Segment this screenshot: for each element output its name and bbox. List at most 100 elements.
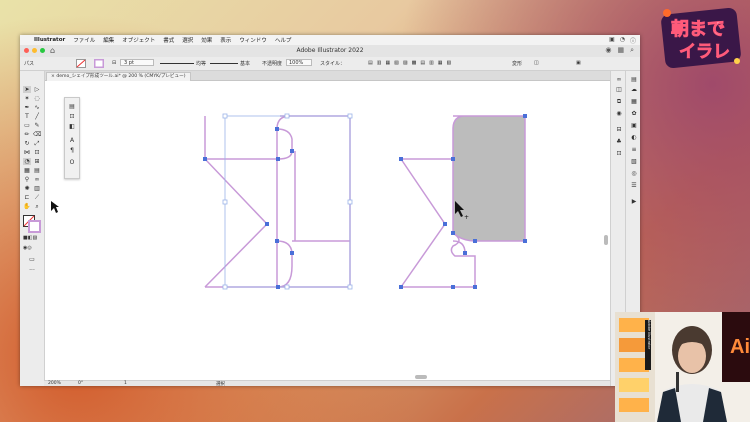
align-panel-icon[interactable]: ▤ [68,104,76,110]
stroke-panel-icon[interactable]: ≡ [630,147,638,153]
slice-tool-icon[interactable]: ⟋ [33,194,41,201]
lasso-tool-icon[interactable]: ◌ [33,95,41,102]
profile-label[interactable]: 均等 [196,60,206,67]
style-label[interactable]: スタイル： [320,60,345,67]
perspective-grid-tool-icon[interactable]: ⊞ [33,158,41,165]
selection-tool-icon[interactable]: ➤ [23,86,31,93]
presenter [657,326,727,422]
graph-tool-icon[interactable]: ▥ [33,185,41,192]
paintbrush-tool-icon[interactable]: ✎ [33,122,41,129]
menu-help[interactable]: ヘルプ [275,36,292,44]
artboard-tool-icon[interactable]: ⊏ [23,194,31,201]
appearance-panel-icon[interactable]: ◉ [615,111,623,117]
character-panel-icon[interactable]: A [68,138,76,144]
stroke-weight-field[interactable]: 3 pt [120,59,154,66]
menu-select[interactable]: 選択 [182,36,193,44]
screen-mode-icon[interactable]: ▭ [28,256,36,263]
width-tool-icon[interactable]: ⋈ [23,149,31,156]
opentype-panel-icon[interactable]: O [68,160,76,166]
transform-panel-icon[interactable]: ⊡ [68,114,76,120]
arrange-icon[interactable]: ▣ [576,60,581,66]
app-menu[interactable]: Illustrator [34,37,65,43]
scale-tool-icon[interactable]: ⤢ [33,140,41,147]
blend-tool-icon[interactable]: ∞ [33,176,41,183]
menu-type[interactable]: 書式 [163,36,174,44]
isolate-icon[interactable]: ◫ [534,60,539,66]
eraser-tool-icon[interactable]: ⌫ [33,131,41,138]
expand-panel-icon[interactable]: ▶ [630,199,638,205]
direct-selection-tool-icon[interactable]: ▷ [33,86,41,93]
selection-bounding-box[interactable] [224,115,351,288]
magic-wand-tool-icon[interactable]: ✶ [23,95,31,102]
align-panel-icon-right[interactable]: ☰ [630,183,638,189]
menu-effect[interactable]: 効果 [201,36,212,44]
search-icon[interactable]: ⌕ [630,46,634,55]
paragraph-panel-icon[interactable]: ¶ [68,148,76,154]
color-panel-icon[interactable]: ◐ [630,135,638,141]
links-panel-icon[interactable]: ∞ [615,77,623,83]
artboards-panel-icon[interactable]: ⊟ [615,127,623,133]
control-center-icon[interactable]: ▣ [609,36,615,45]
artboard-number[interactable]: 1 [124,381,127,386]
brush-label[interactable]: 基本 [240,60,250,67]
graphic-styles-icon[interactable]: ▣ [630,123,638,129]
brush-line[interactable] [210,63,238,64]
symbol-sprayer-tool-icon[interactable]: ✺ [23,185,31,192]
info-icon[interactable]: ⓘ [630,36,636,45]
account-icon[interactable]: ◉ [605,46,611,55]
rotation-angle[interactable]: 0° [78,381,83,386]
transform-label[interactable]: 変形 [512,60,522,67]
vertical-scrollbar[interactable] [604,235,608,245]
asset-export-icon[interactable]: ⊡ [615,151,623,157]
opacity-field[interactable]: 100% [286,59,312,66]
pathfinder-panel-icon[interactable]: ◧ [68,124,76,130]
libraries-panel-icon[interactable]: ☁ [630,87,638,93]
menu-window[interactable]: ウィンドウ [239,36,267,44]
variable-width-profile-line[interactable] [160,63,194,64]
menu-edit[interactable]: 編集 [103,36,114,44]
wifi-icon[interactable]: ◔ [620,36,625,45]
bounding-box-handles[interactable] [222,113,353,290]
layers-panel-icon[interactable]: ◫ [615,87,623,93]
horizontal-scrollbar[interactable] [415,375,427,379]
more-tools-icon[interactable]: ··· [28,267,36,274]
menu-file[interactable]: ファイル [73,36,95,44]
brushes-panel-icon[interactable]: ✿ [630,111,638,117]
draw-mode-icons[interactable]: ◉◎ [23,245,32,252]
type-tool-icon[interactable]: T [23,113,31,120]
zoom-level[interactable]: 200% [48,381,61,386]
align-icons[interactable]: ▤▥▦▧▨▩▤▥▦▧ [368,60,455,66]
menu-object[interactable]: オブジェクト [122,36,155,44]
gradient-tool-icon[interactable]: ▤ [33,167,41,174]
rectangle-tool-icon[interactable]: ▭ [23,122,31,129]
fill-swatch-icon[interactable] [76,59,86,68]
stroke-swatch-icon[interactable] [94,59,104,68]
eyedropper-tool-icon[interactable]: ⚲ [23,176,31,183]
document-tab[interactable]: × demo_シェイプ形成ツール.ai* @ 200 % (CMYK/プレビュー… [46,72,191,81]
properties-panel-icon[interactable]: ▤ [630,77,638,83]
zoom-tool-icon[interactable]: ⌕ [33,203,41,210]
opacity-label[interactable]: 不透明度 [262,60,282,67]
gradient-panel-icon[interactable]: ▧ [630,159,638,165]
left-anchor-points[interactable] [203,127,294,289]
menu-view[interactable]: 表示 [220,36,231,44]
mesh-tool-icon[interactable]: ▦ [23,167,31,174]
workspace-icon[interactable]: ▦ [617,46,624,55]
stack-panel-icon[interactable]: ⧉ [615,99,623,105]
swatches-panel-icon[interactable]: ▦ [630,99,638,105]
line-tool-icon[interactable]: ╱ [33,113,41,120]
curvature-tool-icon[interactable]: ∿ [33,104,41,111]
transparency-panel-icon[interactable]: ◎ [630,171,638,177]
fill-stroke-swatches-icon[interactable] [23,215,41,233]
right-result-shape[interactable] [400,115,526,288]
shaper-tool-icon[interactable]: ✏ [23,131,31,138]
logo-line2: イラレ [679,42,730,62]
artboard-canvas[interactable]: + [45,81,610,380]
color-mode-icons[interactable]: ■◧▨ [23,235,37,242]
symbols-panel-icon[interactable]: ♣ [615,139,623,145]
free-transform-tool-icon[interactable]: ⊡ [33,149,41,156]
hand-tool-icon[interactable]: ✋ [23,203,31,210]
rotate-tool-icon[interactable]: ↻ [23,140,31,147]
shape-builder-tool-icon[interactable]: ◔ [23,158,31,165]
pen-tool-icon[interactable]: ✒ [23,104,31,111]
